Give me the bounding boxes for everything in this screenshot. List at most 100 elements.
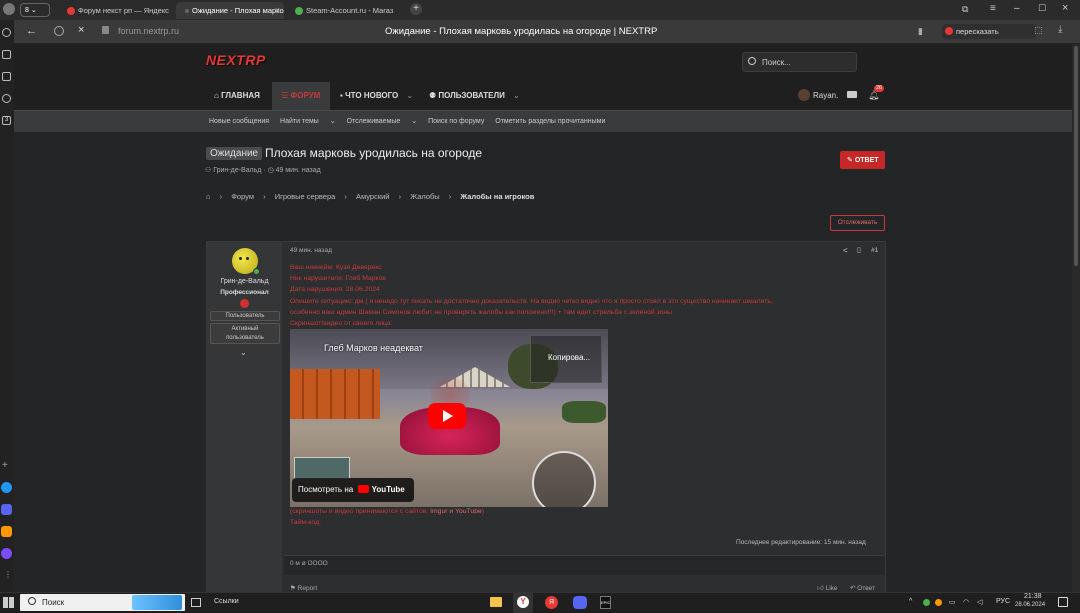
discord-icon[interactable] (1, 504, 12, 515)
search-icon (28, 597, 36, 605)
discord-taskbar-icon[interactable] (573, 596, 587, 609)
back-icon[interactable]: ← (26, 25, 37, 37)
clock-time[interactable]: 21:38 (1024, 593, 1042, 600)
close-window-icon[interactable]: × (1062, 2, 1068, 14)
collections-rail-icon[interactable] (2, 72, 11, 81)
translate-label: пересказать (956, 27, 999, 36)
yandex-browser-icon[interactable]: Y (513, 593, 533, 613)
reaction-bar (284, 555, 885, 575)
alice-icon[interactable] (1, 548, 12, 559)
steam-icon (295, 7, 303, 15)
app-icon[interactable] (1, 526, 12, 537)
more-icon[interactable]: ⋮ (4, 570, 12, 579)
share-icon[interactable]: < (843, 246, 848, 255)
url-field[interactable]: forum.nextrp.ru (118, 26, 179, 36)
crumb-servers[interactable]: Игровые сервера (275, 192, 336, 201)
menu-icon[interactable]: ≡ (990, 3, 996, 14)
nav-whats-new[interactable]: ▪ ЧТО НОВОГО ⌄ (340, 91, 413, 100)
post-author[interactable]: Грин-де-Вальд (207, 278, 282, 285)
scrollbar-thumb[interactable] (1074, 46, 1078, 266)
collections-icon[interactable]: ⧉ (962, 4, 968, 15)
tab-thread[interactable]: Ожидание - Плохая марковь × (176, 2, 284, 19)
task-view-icon[interactable] (191, 598, 201, 607)
like-button[interactable]: 👍︎ Like (817, 584, 838, 592)
tray-app-icon[interactable] (923, 599, 930, 606)
mail-icon[interactable] (1, 482, 12, 493)
tray-app-icon[interactable] (935, 599, 942, 606)
close-icon[interactable]: × (275, 5, 280, 15)
watch-button[interactable]: Отслеживать (830, 215, 885, 231)
download-icon[interactable]: ⤓ (1058, 24, 1062, 35)
speedometer (532, 451, 596, 507)
network-icon[interactable]: ▭ (949, 598, 956, 606)
video-icon[interactable] (2, 94, 11, 103)
video-green-car (562, 401, 606, 423)
sub-nav: Новые сообщения Найти темы ⌄ Отслеживаем… (209, 117, 614, 125)
chevron-up-icon[interactable]: ^ (909, 598, 912, 605)
nav-forum[interactable]: ☰ ФОРУМ (272, 82, 330, 110)
windows-start-icon[interactable] (3, 597, 14, 608)
crumb-amur[interactable]: Амурский (356, 192, 390, 201)
crumb-complaints[interactable]: Жалобы (410, 192, 440, 201)
maximize-icon[interactable]: ☐ (1038, 3, 1046, 14)
stop-icon[interactable]: × (78, 24, 84, 36)
notifications-icon[interactable] (1058, 597, 1068, 607)
new-tab-button[interactable]: + (410, 3, 422, 15)
home-icon[interactable]: ⌂ (206, 192, 211, 201)
wifi-icon[interactable]: ◠ (963, 598, 969, 606)
tabs-rail-icon[interactable]: 3 (2, 116, 11, 125)
minimize-icon[interactable]: – (1014, 3, 1020, 14)
nav-users[interactable]: ⚉ ПОЛЬЗОВАТЕЛИ ⌄ (429, 91, 520, 100)
add-icon[interactable]: + (2, 460, 8, 471)
messages-icon[interactable] (847, 91, 857, 98)
scrollbar[interactable] (1072, 44, 1080, 592)
bookmarks-icon[interactable] (2, 50, 11, 59)
post-time[interactable]: 49 мин. назад (290, 247, 332, 254)
links-toolbar[interactable]: Ссылки (214, 598, 239, 605)
reply-button[interactable]: ✎ ОТВЕТ (840, 151, 885, 169)
post-number[interactable]: #1 (871, 247, 878, 254)
bookmark-icon[interactable]: ▮ (918, 26, 923, 37)
tab-counter[interactable]: 8 ⌄ (20, 3, 50, 17)
shield-icon[interactable] (54, 26, 64, 36)
subnav-search[interactable]: Поиск по форуму (428, 118, 484, 125)
subnav-find-threads[interactable]: Найти темы ⌄ (280, 118, 336, 125)
user-rank: Профессионал (220, 289, 269, 296)
watch-on-youtube-button[interactable]: Посмотреть на YouTube (292, 478, 414, 502)
site-logo[interactable]: NEXTRP (206, 52, 266, 68)
crumb-player-complaints[interactable]: Жалобы на игроков (460, 192, 534, 201)
explorer-icon[interactable] (490, 597, 502, 607)
report-button[interactable]: ⚑ Report (290, 584, 317, 592)
subnav-mark-read[interactable]: Отметить разделы прочитанными (495, 118, 605, 125)
expand-icon[interactable]: ⌄ (240, 348, 247, 357)
subnav-new-posts[interactable]: Новые сообщения (209, 118, 269, 125)
crumb-forum[interactable]: Форум (231, 192, 254, 201)
tab-forum-search[interactable]: Форум некст рп — Яндекс (62, 2, 170, 19)
breadcrumb: ⌂ › Форум › Игровые сервера › Амурский ›… (206, 192, 541, 201)
yandex-menu-icon[interactable] (3, 3, 15, 15)
search-box[interactable]: Поиск... (742, 52, 857, 72)
clock-date[interactable]: 28.06.2024 (1015, 602, 1045, 608)
taskbar-search[interactable]: Поиск (20, 594, 185, 611)
yandex-icon[interactable]: Я (545, 596, 558, 609)
video-title: Глеб Марков неадекват (324, 343, 423, 353)
tab-steam[interactable]: Steam-Account.ru - Магаз (290, 2, 398, 19)
post-line: Опишите ситуацию: дм ( я ненадо тут писа… (290, 297, 773, 305)
volume-icon[interactable]: ◁ (977, 598, 982, 606)
translate-button[interactable]: пересказать (942, 24, 1036, 39)
bookmark-post-icon[interactable]: ▯ (857, 246, 861, 254)
tab-label: Ожидание - Плохая марковь (192, 6, 284, 15)
extensions-icon[interactable]: ⬚ (1034, 25, 1043, 36)
youtube-play-icon[interactable] (428, 403, 466, 429)
system-tray: ^ ▭ ◠ ◁ РУС 21:38 28.06.2024 (905, 593, 1080, 613)
history-icon[interactable] (2, 28, 11, 37)
nav-home[interactable]: ⌂ ГЛАВНАЯ (214, 91, 260, 100)
video-embed[interactable]: Глеб Марков неадекват Копирова... Посмот… (290, 329, 608, 507)
epic-games-icon[interactable]: EPIC (600, 596, 611, 609)
footer-note-sites[interactable]: Imgur и YouTube (430, 508, 482, 515)
subnav-watched[interactable]: Отслеживаемые ⌄ (347, 118, 418, 125)
reactions-summary[interactable]: 0 м ø ОООО (290, 560, 328, 567)
language-indicator[interactable]: РУС (996, 598, 1010, 605)
quote-reply-button[interactable]: ↶ Ответ (850, 584, 875, 592)
thread-author[interactable]: Грин-де-Вальд (213, 167, 261, 174)
